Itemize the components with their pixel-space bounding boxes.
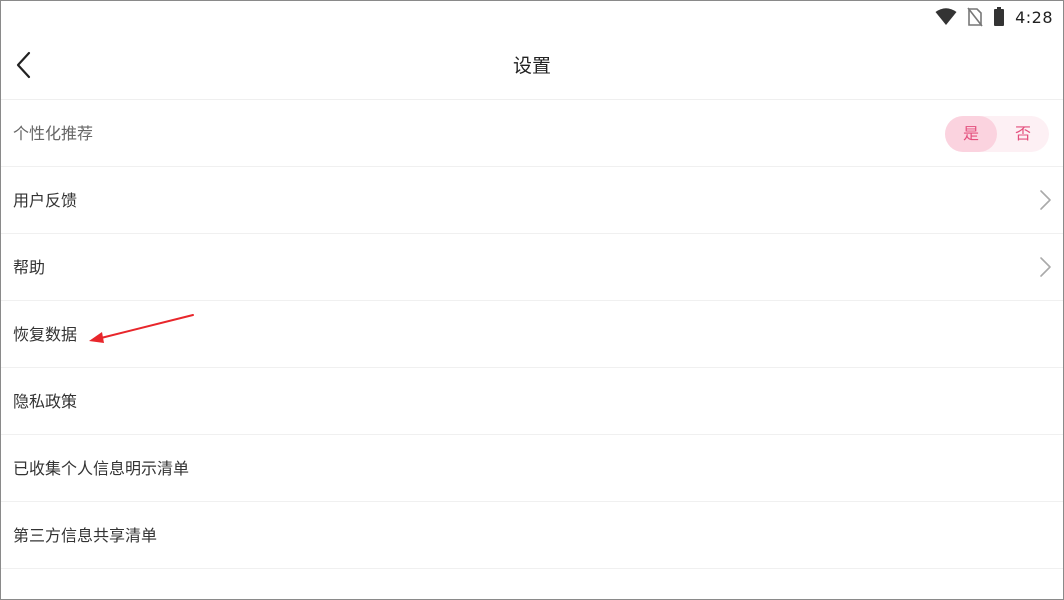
row-third-party-sharing-list[interactable]: 第三方信息共享清单 [1, 502, 1063, 569]
settings-screen: 4:28 设置 个性化推荐 是 否 用户反馈 帮助 恢复数据 隐私政策 已收集个… [0, 0, 1064, 600]
status-icons: 4:28 [925, 6, 1053, 28]
restore-data-label: 恢复数据 [13, 325, 78, 344]
settings-list: 个性化推荐 是 否 用户反馈 帮助 恢复数据 隐私政策 已收集个人信息明示清单 [1, 100, 1063, 569]
row-personalized-recommendation: 个性化推荐 是 否 [1, 100, 1063, 167]
row-collected-info-list[interactable]: 已收集个人信息明示清单 [1, 435, 1063, 502]
privacy-policy-label: 隐私政策 [13, 392, 78, 411]
row-user-feedback[interactable]: 用户反馈 [1, 167, 1063, 234]
row-privacy-policy[interactable]: 隐私政策 [1, 368, 1063, 435]
page-title: 设置 [512, 55, 551, 77]
toggle-option-yes[interactable]: 是 [945, 116, 997, 152]
personalized-recommendation-toggle[interactable]: 是 否 [945, 116, 1049, 152]
wifi-icon [935, 8, 957, 25]
help-label: 帮助 [13, 258, 46, 277]
no-sim-icon [967, 7, 983, 27]
personalized-recommendation-label: 个性化推荐 [13, 124, 94, 143]
third-party-sharing-list-label: 第三方信息共享清单 [13, 526, 158, 545]
status-time: 4:28 [1015, 7, 1053, 27]
user-feedback-label: 用户反馈 [13, 191, 78, 210]
row-help[interactable]: 帮助 [1, 234, 1063, 301]
chevron-right-icon [1040, 257, 1051, 277]
chevron-right-icon [1040, 190, 1051, 210]
toggle-option-no[interactable]: 否 [997, 116, 1049, 152]
status-bar: 4:28 [1, 1, 1063, 33]
battery-icon [994, 7, 1005, 26]
collected-info-list-label: 已收集个人信息明示清单 [13, 459, 190, 478]
row-restore-data[interactable]: 恢复数据 [1, 301, 1063, 368]
app-header: 设置 [1, 33, 1063, 100]
